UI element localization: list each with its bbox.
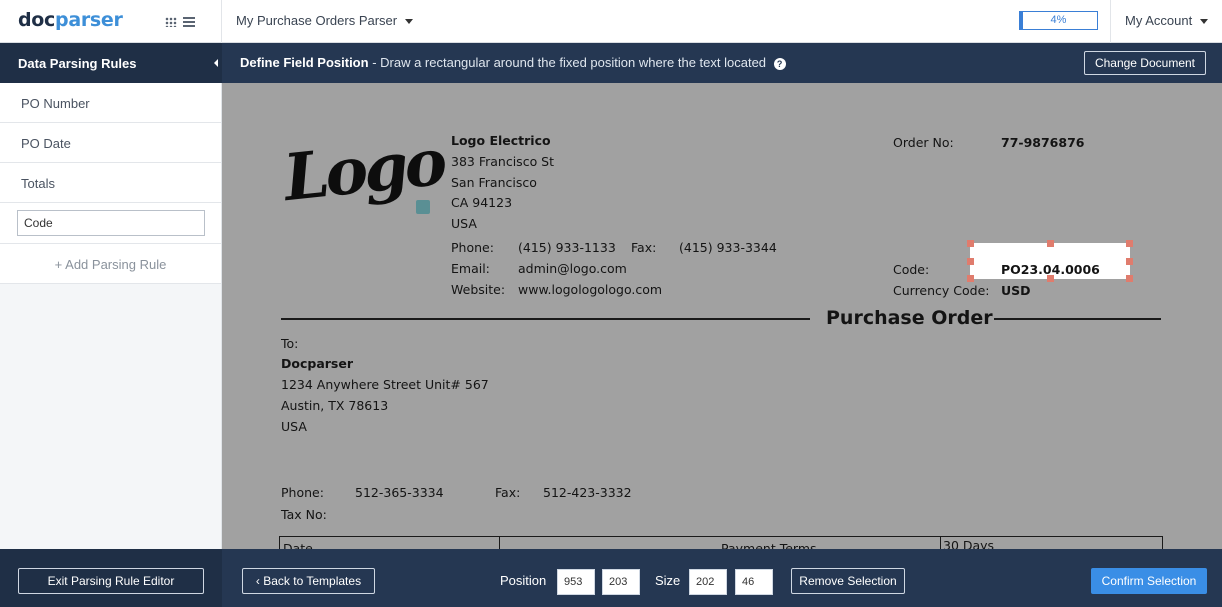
- logo-text-doc: doc: [18, 9, 56, 31]
- change-document-button[interactable]: Change Document: [1083, 51, 1206, 75]
- sidebar-title: Data Parsing Rules: [18, 56, 137, 71]
- account-label: My Account: [1125, 13, 1193, 28]
- chevron-down-icon: [405, 19, 414, 25]
- phone-value: (415) 933-1133: [518, 240, 616, 255]
- usage-progress-bar: 4%: [1019, 11, 1098, 30]
- resize-handle[interactable]: [967, 258, 974, 265]
- table-cell-date: Date: [283, 541, 313, 549]
- order-no-value: 77-9876876: [1001, 135, 1085, 150]
- table-divider: [940, 536, 941, 549]
- fax-value: (415) 933-3344: [679, 240, 777, 255]
- purchase-order-title: Purchase Order: [826, 307, 993, 329]
- to-label: To:: [281, 336, 299, 351]
- currency-label: Currency Code:: [893, 283, 990, 298]
- recipient-fax-label: Fax:: [495, 485, 521, 500]
- company-address-4: USA: [451, 216, 477, 231]
- resize-handle[interactable]: [967, 240, 974, 247]
- divider-line: [994, 318, 1161, 320]
- company-address-3: CA 94123: [451, 195, 513, 210]
- document-viewer[interactable]: Logo Logo Electrico 383 Francisco St San…: [222, 83, 1222, 549]
- recipient-fax: 512-423-3332: [543, 485, 632, 500]
- code-value: PO23.04.0006: [1001, 262, 1100, 277]
- recipient-phone: 512-365-3334: [355, 485, 444, 500]
- fax-label: Fax:: [631, 240, 657, 255]
- recipient-name: Docparser: [281, 356, 354, 371]
- progress-label: 4%: [1050, 14, 1067, 26]
- header-description: - Draw a rectangular around the fixed po…: [368, 55, 767, 70]
- size-label: Size: [655, 573, 681, 588]
- table-cell-payment-terms: Payment Terms: [721, 541, 817, 549]
- rule-name-input[interactable]: [17, 210, 205, 236]
- company-name: Logo Electrico: [451, 133, 551, 148]
- exit-editor-button[interactable]: Exit Parsing Rule Editor: [18, 568, 204, 594]
- confirm-selection-button[interactable]: Confirm Selection: [1091, 568, 1207, 594]
- sidebar-item-po-number[interactable]: PO Number: [0, 83, 221, 123]
- resize-handle[interactable]: [1047, 240, 1054, 247]
- recipient-phone-label: Phone:: [281, 485, 324, 500]
- sidebar-item-totals[interactable]: Totals: [0, 163, 221, 203]
- remove-selection-button[interactable]: Remove Selection: [791, 568, 905, 594]
- sidebar-item-code: [0, 203, 221, 244]
- order-no-label: Order No:: [893, 135, 954, 150]
- currency-value: USD: [1001, 283, 1031, 298]
- tax-no-label: Tax No:: [281, 507, 327, 522]
- divider-line: [281, 318, 810, 320]
- company-address-2: San Francisco: [451, 175, 537, 190]
- main-header: Define Field Position - Draw a rectangul…: [222, 43, 1222, 83]
- website-value: www.logologologo.com: [518, 282, 663, 297]
- code-label: Code:: [893, 262, 930, 277]
- brand-area: docparser: [0, 0, 222, 43]
- selection-toolbar: ‹ Back to Templates Position 953 203 Siz…: [222, 549, 1222, 607]
- parser-selector[interactable]: My Purchase Orders Parser: [236, 13, 414, 28]
- table-divider: [499, 536, 500, 549]
- document-page[interactable]: Logo Logo Electrico 383 Francisco St San…: [222, 83, 1222, 549]
- chevron-down-icon: [1200, 19, 1209, 25]
- parsing-rules-sidebar: PO Number PO Date Totals + Add Parsing R…: [0, 83, 222, 549]
- account-menu[interactable]: My Account: [1110, 0, 1222, 43]
- position-x-input[interactable]: 953: [557, 569, 595, 595]
- top-navigation-bar: docparser My Purchase Orders Parser 4% M…: [0, 0, 1222, 43]
- header-title: Define Field Position: [240, 55, 369, 70]
- website-label: Website:: [451, 282, 506, 297]
- grid-view-icon[interactable]: [165, 17, 177, 27]
- back-to-templates-button[interactable]: ‹ Back to Templates: [242, 568, 375, 594]
- table-cell-days: 30 Days: [943, 538, 995, 549]
- logo-dot: [416, 200, 430, 214]
- email-label: Email:: [451, 261, 490, 276]
- add-parsing-rule-button[interactable]: + Add Parsing Rule: [0, 244, 221, 284]
- position-label: Position: [500, 573, 547, 588]
- resize-handle[interactable]: [967, 275, 974, 282]
- help-icon[interactable]: ?: [773, 57, 786, 70]
- docparser-logo[interactable]: docparser: [18, 9, 123, 31]
- size-height-input[interactable]: 46: [735, 569, 773, 595]
- phone-label: Phone:: [451, 240, 494, 255]
- recipient-address-3: USA: [281, 419, 307, 434]
- sidebar-item-po-date[interactable]: PO Date: [0, 123, 221, 163]
- view-toggle: [165, 15, 201, 30]
- logo-text-parser: parser: [55, 9, 123, 31]
- sidebar-header: Data Parsing Rules: [0, 43, 222, 83]
- email-value: admin@logo.com: [518, 261, 627, 276]
- list-view-icon[interactable]: [183, 17, 195, 27]
- recipient-address-2: Austin, TX 78613: [281, 398, 389, 413]
- company-address-1: 383 Francisco St: [451, 154, 555, 169]
- sidebar-footer: Exit Parsing Rule Editor: [0, 549, 222, 607]
- position-y-input[interactable]: 203: [602, 569, 640, 595]
- recipient-address-1: 1234 Anywhere Street Unit# 567: [281, 377, 489, 392]
- resize-handle[interactable]: [1126, 240, 1133, 247]
- size-width-input[interactable]: 202: [689, 569, 727, 595]
- resize-handle[interactable]: [1126, 275, 1133, 282]
- resize-handle[interactable]: [1126, 258, 1133, 265]
- parser-name: My Purchase Orders Parser: [236, 13, 398, 28]
- collapse-sidebar-icon[interactable]: [214, 59, 218, 67]
